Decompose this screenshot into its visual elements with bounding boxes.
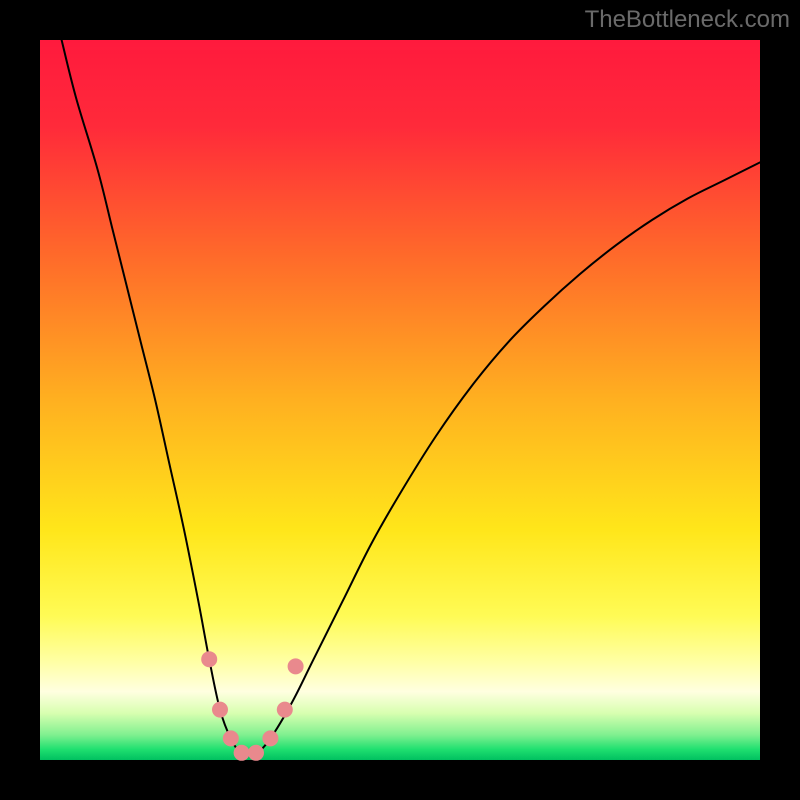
chart-background bbox=[40, 40, 760, 760]
chart-container: TheBottleneck.com bbox=[0, 0, 800, 800]
valley-marker bbox=[262, 730, 278, 746]
valley-marker bbox=[212, 702, 228, 718]
chart-svg bbox=[0, 0, 800, 800]
valley-marker bbox=[288, 658, 304, 674]
valley-marker bbox=[201, 651, 217, 667]
valley-marker bbox=[248, 745, 264, 761]
valley-marker bbox=[277, 702, 293, 718]
valley-marker bbox=[234, 745, 250, 761]
valley-marker bbox=[223, 730, 239, 746]
